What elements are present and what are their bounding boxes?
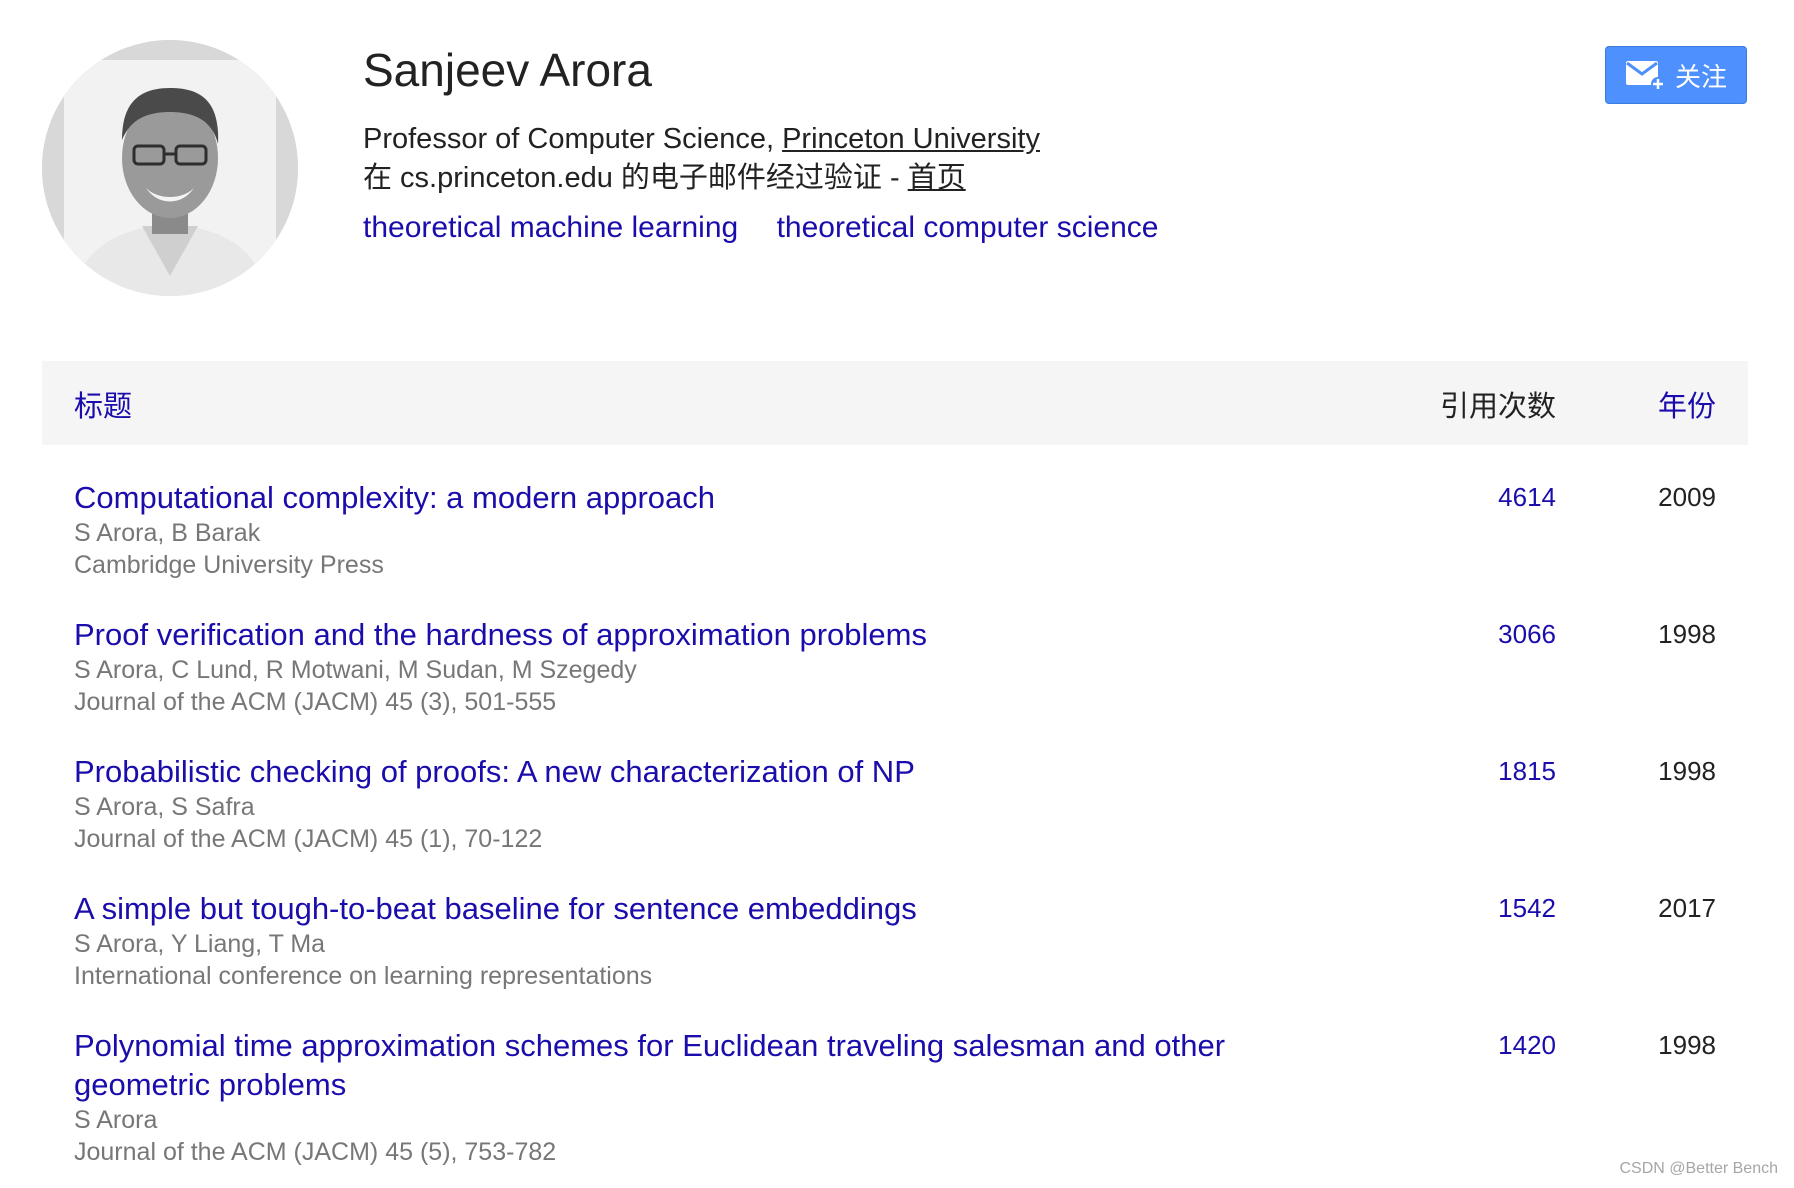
- follow-label: 关注: [1674, 61, 1727, 92]
- publication-venue: International conference on learning rep…: [74, 962, 653, 990]
- research-interests: theoretical machine learning theoretical…: [363, 206, 1543, 250]
- table-row: Probabilistic checking of proofs: A new …: [42, 744, 1748, 881]
- publication-title-link[interactable]: Proof verification and the hardness of a…: [74, 615, 1324, 654]
- publication-authors: S Arora, B Barak: [74, 519, 261, 547]
- publication-year: 1998: [1658, 1030, 1716, 1060]
- publication-info: A simple but tough-to-beat baseline for …: [74, 889, 1324, 992]
- publication-venue: Cambridge University Press: [74, 551, 384, 579]
- profile-photo: [42, 40, 298, 296]
- publication-title-link[interactable]: Computational complexity: a modern appro…: [74, 478, 1324, 517]
- publication-title-link[interactable]: Probabilistic checking of proofs: A new …: [74, 752, 1324, 791]
- table-row: Proof verification and the hardness of a…: [42, 607, 1748, 744]
- affiliation-link[interactable]: Princeton University: [782, 123, 1040, 155]
- table-row: A simple but tough-to-beat baseline for …: [42, 881, 1748, 1018]
- publication-authors: S Arora, S Safra: [74, 793, 255, 821]
- avatar: [42, 40, 298, 296]
- table-row: Computational complexity: a modern appro…: [42, 470, 1748, 607]
- citation-count-link[interactable]: 1542: [1498, 893, 1556, 924]
- affiliation: Professor of Computer Science, Princeton…: [363, 120, 1543, 158]
- citation-count-link[interactable]: 3066: [1498, 619, 1556, 650]
- publication-title-link[interactable]: Polynomial time approximation schemes fo…: [74, 1026, 1324, 1104]
- publication-year: 1998: [1658, 619, 1716, 649]
- publications-table-header: 标题 引用次数 年份: [42, 361, 1748, 445]
- publication-venue: Journal of the ACM (JACM) 45 (5), 753-78…: [74, 1138, 557, 1166]
- publication-venue: Journal of the ACM (JACM) 45 (1), 70-122: [74, 825, 543, 853]
- publication-year: 1998: [1658, 756, 1716, 786]
- table-row: Polynomial time approximation schemes fo…: [42, 1018, 1748, 1188]
- publication-year: 2009: [1658, 482, 1716, 512]
- homepage-link[interactable]: 首页: [908, 162, 966, 194]
- publication-title-link[interactable]: A simple but tough-to-beat baseline for …: [74, 889, 1324, 928]
- publication-venue: Journal of the ACM (JACM) 45 (3), 501-55…: [74, 688, 557, 716]
- interest-link-theoretical-machine-learning[interactable]: theoretical machine learning: [363, 211, 738, 244]
- column-header-title[interactable]: 标题: [74, 383, 132, 425]
- verified-email-text: 在 cs.princeton.edu 的电子邮件经过验证 -: [363, 162, 908, 194]
- verified-email: 在 cs.princeton.edu 的电子邮件经过验证 - 首页: [363, 158, 1543, 198]
- publication-info: Computational complexity: a modern appro…: [74, 478, 1324, 581]
- profile-info: Sanjeev Arora Professor of Computer Scie…: [363, 40, 1543, 250]
- citation-count-link[interactable]: 1420: [1498, 1030, 1556, 1061]
- citation-count-link[interactable]: 1815: [1498, 756, 1556, 787]
- watermark: CSDN @Better Bench: [1619, 1160, 1778, 1177]
- column-header-year[interactable]: 年份: [1658, 383, 1716, 425]
- publication-info: Proof verification and the hardness of a…: [74, 615, 1324, 718]
- mail-plus-icon: [1625, 59, 1665, 91]
- publications-list: Computational complexity: a modern appro…: [42, 470, 1748, 1188]
- profile-name: Sanjeev Arora: [363, 44, 652, 96]
- column-header-citations: 引用次数: [1439, 391, 1556, 423]
- publication-year: 2017: [1658, 893, 1716, 923]
- follow-button[interactable]: 关注: [1605, 46, 1747, 104]
- interest-link-theoretical-computer-science[interactable]: theoretical computer science: [777, 211, 1159, 244]
- affiliation-text: Professor of Computer Science,: [363, 123, 783, 155]
- publication-authors: S Arora, Y Liang, T Ma: [74, 930, 326, 958]
- citation-count-link[interactable]: 4614: [1498, 482, 1556, 513]
- publication-info: Polynomial time approximation schemes fo…: [74, 1026, 1324, 1168]
- publication-info: Probabilistic checking of proofs: A new …: [74, 752, 1324, 855]
- publication-authors: S Arora, C Lund, R Motwani, M Sudan, M S…: [74, 656, 637, 684]
- publication-authors: S Arora: [74, 1106, 158, 1134]
